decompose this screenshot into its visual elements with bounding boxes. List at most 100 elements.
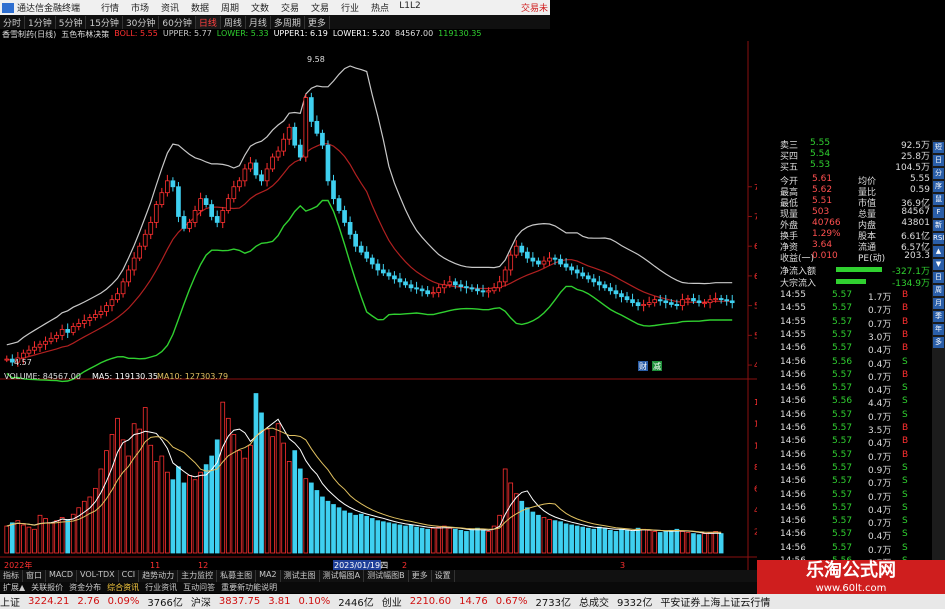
volume-bar (707, 532, 713, 554)
strip-button[interactable]: 新 (933, 220, 944, 231)
candle-body (159, 192, 165, 205)
indicator-tab[interactable]: 更多 (409, 570, 432, 582)
menu-item[interactable]: 市场 (125, 1, 155, 14)
volume-bar (414, 526, 419, 554)
candle-body (702, 302, 707, 305)
indicator-tab[interactable]: 私募主图 (217, 570, 257, 582)
period-tab[interactable]: 15分钟 (86, 15, 123, 29)
extension-tab[interactable]: 互动问答 (180, 582, 218, 593)
extension-tab[interactable]: 综合资讯 (104, 582, 142, 593)
period-tab[interactable]: 1分钟 (25, 15, 56, 29)
index-name[interactable]: 上证 (0, 594, 20, 609)
tick-row: 14:56 5.57 0.9万 S (780, 463, 930, 476)
strip-button[interactable]: 序 (933, 181, 944, 192)
indicator-tab[interactable]: 指标 (0, 570, 23, 582)
period-tab[interactable]: 分时 (0, 15, 26, 29)
period-tab[interactable]: 周线 (221, 15, 246, 29)
strip-button[interactable]: 年 (933, 324, 944, 335)
indicator-tab[interactable]: 窗口 (23, 570, 46, 582)
volume-bar (425, 528, 430, 554)
extension-tab[interactable]: 行业资讯 (142, 582, 180, 593)
menu-item[interactable]: 行业 (335, 1, 365, 14)
period-tab[interactable]: 30分钟 (123, 15, 160, 29)
period-tab[interactable]: 5分钟 (56, 15, 87, 29)
period-tab[interactable]: 60分钟 (159, 15, 196, 29)
candle-body (225, 198, 231, 211)
order-book-row: 买五 5.53 104.5万 (780, 160, 930, 173)
volume-bar (358, 513, 364, 554)
strip-button[interactable]: 分 (933, 168, 944, 179)
menu-item[interactable]: 数据 (185, 1, 215, 14)
candle-body (153, 204, 159, 223)
indicator-tab[interactable]: MACD (46, 570, 77, 582)
menu-item[interactable]: 文数 (245, 1, 275, 14)
index-value: 3224.21 (28, 596, 70, 607)
candle-body (165, 180, 170, 194)
volume-bar (275, 423, 281, 554)
order-label: 买五 (780, 163, 799, 173)
stat-row: 净资 3.64 流通 6.57亿 (780, 240, 930, 253)
strip-button[interactable]: RSI (933, 233, 944, 244)
tick-row: 14:56 5.57 3.5万 B (780, 423, 930, 436)
candle-body (475, 288, 480, 292)
indicator-tab[interactable]: 测试幅图B (364, 570, 409, 582)
period-tab[interactable]: 月线 (246, 15, 271, 29)
indicator-tab[interactable]: 测试主图 (281, 570, 320, 582)
strip-button[interactable]: 日 (933, 272, 944, 283)
menu-item[interactable]: 行情 (95, 1, 125, 14)
index-name[interactable]: 沪深 (191, 594, 211, 609)
extension-tab[interactable]: 重要新功能说明 (218, 582, 280, 593)
candle-body (364, 251, 370, 259)
trade-button[interactable]: 交易未 (521, 1, 548, 14)
kline-chart[interactable]: 7.50 7.00 6.50 6.00 5.50 5.00 4.50 14000 12000 10… (0, 41, 757, 580)
period-tab[interactable]: 更多 (305, 15, 330, 29)
volume-bar (314, 490, 320, 554)
app-name: 通达信金融终端 (17, 4, 81, 14)
volume-bar (198, 471, 203, 554)
extension-tab[interactable]: 扩展▲ (0, 582, 28, 593)
indicator-tab[interactable]: 测试幅图A (320, 570, 365, 582)
menu-item[interactable]: L1L2 (395, 1, 425, 14)
strip-button[interactable]: 短 (933, 142, 944, 153)
strip-button[interactable]: 日 (933, 155, 944, 166)
strip-button[interactable]: 月 (933, 298, 944, 309)
strip-button[interactable]: ▲ (933, 246, 944, 257)
indicator-tab[interactable]: 趋势动力 (139, 570, 179, 582)
candle-body (392, 275, 397, 280)
strip-button[interactable]: 鼠 (933, 194, 944, 205)
indicator-tab[interactable]: MA2 (256, 570, 281, 582)
menu-item[interactable]: 周期 (215, 1, 245, 14)
indicator-tab[interactable]: VOL-TDX (77, 570, 119, 582)
volume-tick-label: 12000 (754, 420, 757, 429)
tick-price: 5.57 (832, 436, 853, 447)
tick-side: S (902, 489, 908, 500)
volume-bar (165, 471, 170, 554)
menu-item[interactable]: 交易 (275, 1, 305, 14)
candle-body (87, 317, 93, 321)
extension-tab[interactable]: 关联报价 (28, 582, 66, 593)
strip-button[interactable]: 多 (933, 337, 944, 348)
strip-button[interactable]: ▼ (933, 259, 944, 270)
period-tab[interactable]: 日线 (195, 15, 221, 29)
menu-item[interactable]: 资讯 (155, 1, 185, 14)
candle-body (253, 162, 259, 176)
strip-button[interactable]: F (933, 207, 944, 218)
period-tab[interactable]: 多周期 (271, 15, 305, 29)
menu-item[interactable]: 文易 (305, 1, 335, 14)
indicator-tab[interactable]: 主力监控 (178, 570, 218, 582)
indicator-tab[interactable]: CCI (119, 570, 140, 582)
strip-button[interactable]: 周 (933, 285, 944, 296)
extension-tab[interactable]: 资金分布 (66, 582, 104, 593)
volume-bar (475, 527, 480, 554)
volume-bar (580, 526, 586, 554)
indicator-name[interactable]: 五色布林决策 (61, 29, 109, 41)
volume-bar (187, 475, 192, 554)
strip-button[interactable]: 季 (933, 311, 944, 322)
indicator-tab[interactable]: 设置 (432, 570, 455, 582)
volume-bar (59, 517, 65, 554)
index-name[interactable]: 创业 (382, 594, 402, 609)
menu-item[interactable]: 热点 (365, 1, 395, 14)
candle-body (286, 126, 292, 140)
tick-side: S (902, 383, 908, 394)
candle-body (641, 304, 646, 307)
